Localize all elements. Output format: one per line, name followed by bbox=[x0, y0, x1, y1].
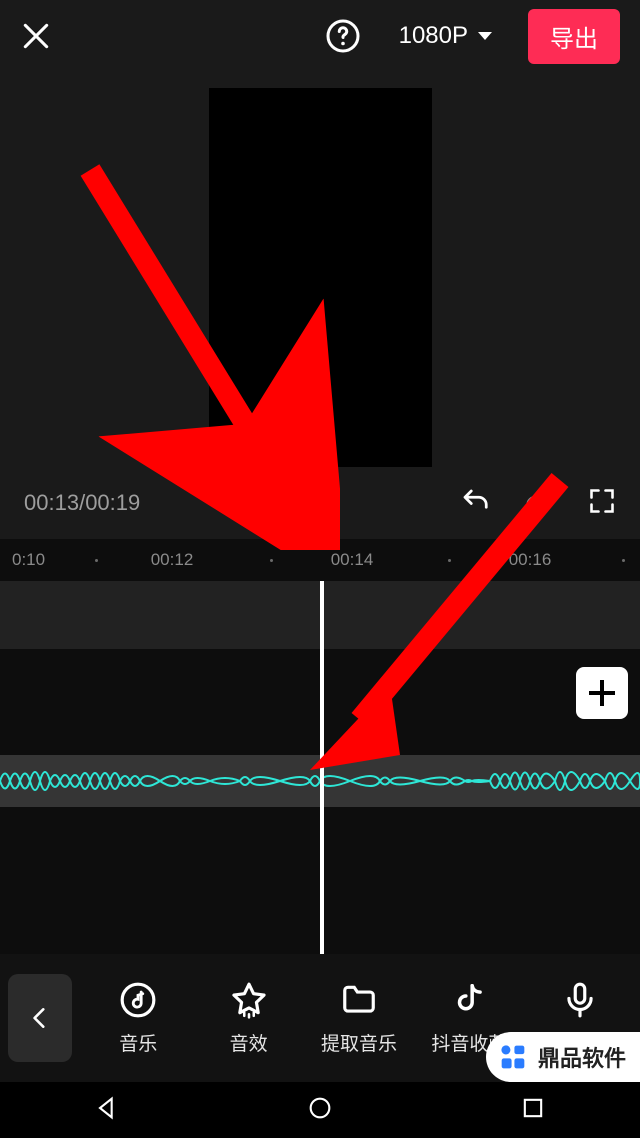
current-time: 00:13 bbox=[24, 490, 79, 515]
timeline[interactable]: 0:10 00:12 00:14 00:16 bbox=[0, 539, 640, 954]
tool-label: 音乐 bbox=[119, 1029, 157, 1056]
timeline-ruler[interactable]: 0:10 00:12 00:14 00:16 bbox=[0, 539, 640, 581]
tool-extract-audio[interactable]: 提取音乐 bbox=[307, 981, 411, 1056]
nav-home-button[interactable] bbox=[306, 1094, 334, 1127]
ruler-tick: 00:12 bbox=[151, 550, 194, 570]
resolution-label: 1080P bbox=[399, 22, 468, 50]
redo-button[interactable] bbox=[524, 486, 554, 521]
star-fx-icon bbox=[230, 981, 268, 1019]
video-canvas[interactable] bbox=[209, 88, 432, 480]
ruler-tick: 0:10 bbox=[12, 550, 45, 570]
chevron-down-icon bbox=[478, 32, 492, 40]
top-bar: 1080P 导出 bbox=[0, 0, 640, 72]
add-clip-button[interactable] bbox=[576, 667, 628, 719]
watermark-logo-icon bbox=[496, 1040, 530, 1074]
ruler-tick: 00:14 bbox=[331, 550, 374, 570]
total-time: 00:19 bbox=[85, 490, 140, 515]
toolbar-back-button[interactable] bbox=[8, 974, 72, 1062]
system-nav-bar bbox=[0, 1082, 640, 1138]
tool-sound-fx[interactable]: 音效 bbox=[196, 981, 300, 1056]
help-icon[interactable] bbox=[325, 18, 361, 54]
fullscreen-button[interactable] bbox=[588, 487, 616, 520]
music-note-icon bbox=[119, 981, 157, 1019]
timecode: 00:13/00:19 bbox=[24, 490, 140, 516]
tool-music[interactable]: 音乐 bbox=[86, 981, 190, 1056]
undo-button[interactable] bbox=[460, 486, 490, 521]
tool-label: 音效 bbox=[230, 1029, 268, 1056]
douyin-icon bbox=[450, 981, 488, 1019]
microphone-icon bbox=[561, 981, 599, 1019]
preview-area bbox=[0, 72, 640, 467]
watermark-text: 鼎品软件 bbox=[538, 1041, 626, 1073]
nav-back-button[interactable] bbox=[93, 1094, 121, 1127]
export-button[interactable]: 导出 bbox=[528, 9, 620, 64]
tool-label: 提取音乐 bbox=[321, 1029, 397, 1056]
nav-recents-button[interactable] bbox=[519, 1094, 547, 1127]
folder-icon bbox=[340, 981, 378, 1019]
play-button[interactable] bbox=[304, 485, 336, 522]
transport-bar: 00:13/00:19 bbox=[0, 467, 640, 539]
ruler-tick: 00:16 bbox=[509, 550, 552, 570]
playhead[interactable] bbox=[320, 581, 324, 954]
close-icon[interactable] bbox=[20, 20, 52, 52]
watermark-badge: 鼎品软件 bbox=[486, 1032, 640, 1082]
resolution-dropdown[interactable]: 1080P bbox=[383, 14, 508, 58]
